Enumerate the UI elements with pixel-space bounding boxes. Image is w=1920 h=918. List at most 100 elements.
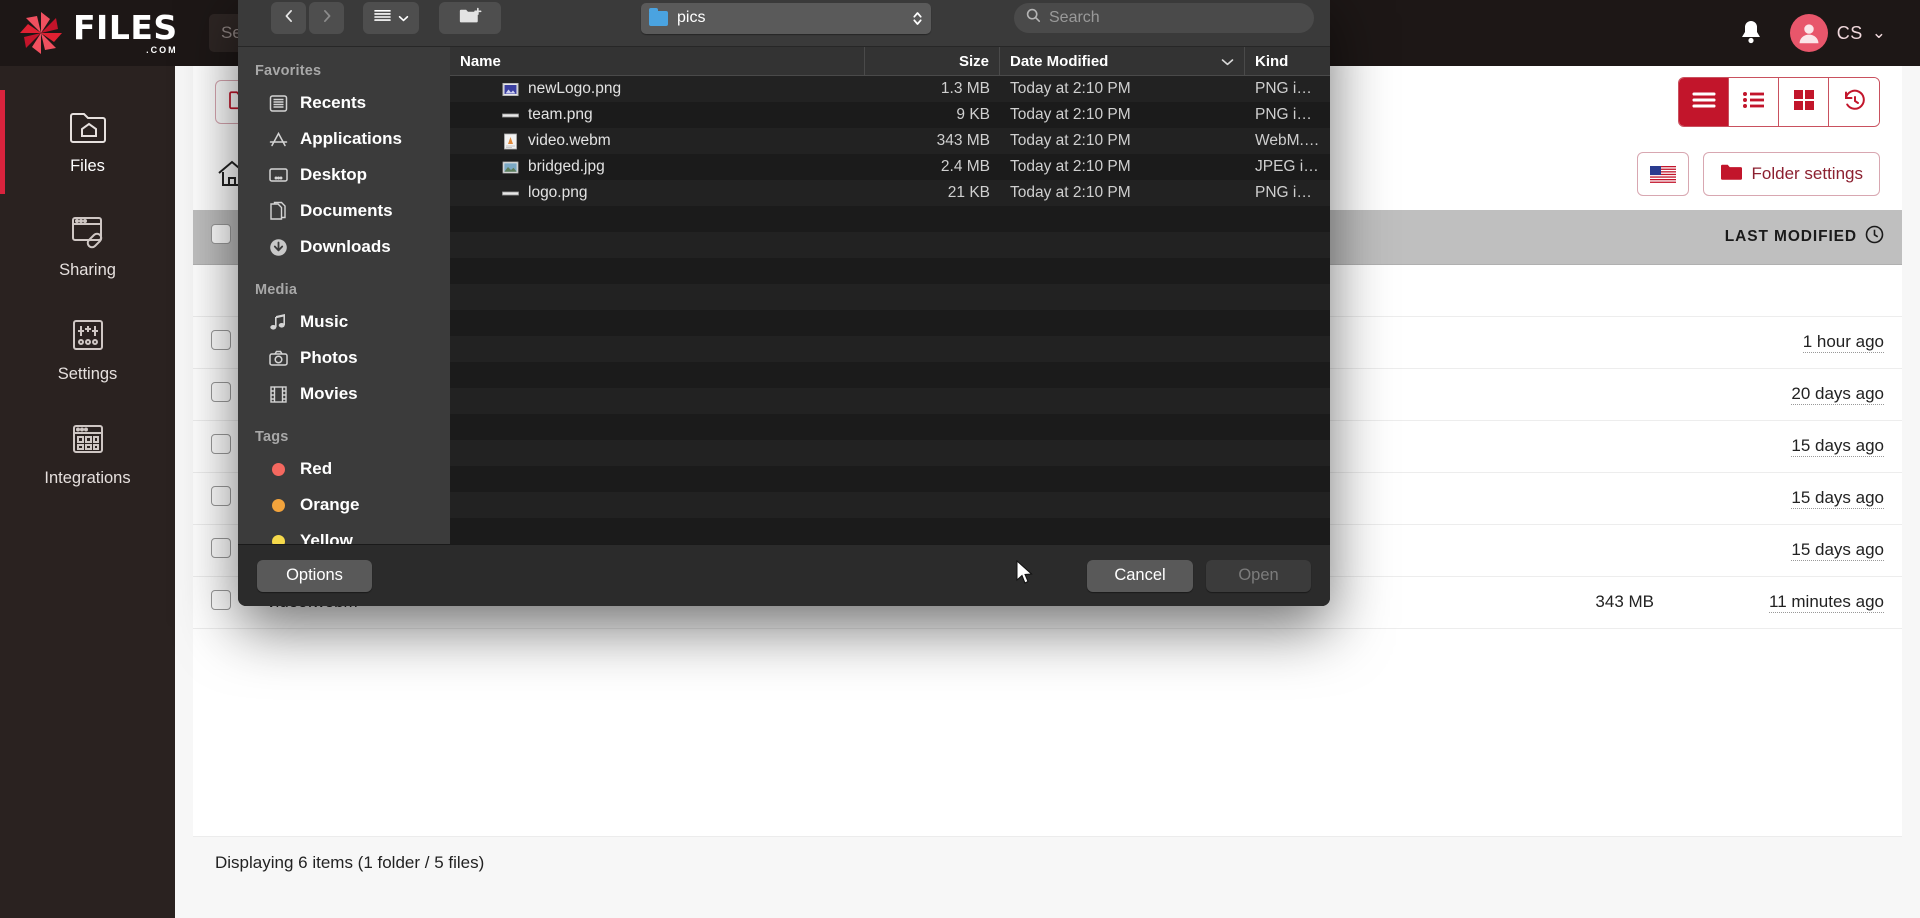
folder-settings-button[interactable]: Folder settings (1703, 152, 1881, 196)
sidebar-tag-orange[interactable]: Orange (238, 487, 450, 523)
sidebar-item-photos[interactable]: Photos (238, 340, 450, 376)
png-thumb-icon (502, 81, 519, 98)
folder-home-icon (67, 106, 109, 148)
forward-button[interactable] (309, 2, 344, 34)
jpeg-thumb-icon (502, 159, 519, 176)
row-size (1492, 472, 1672, 524)
file-list-header: Name Size Date Modified Kind (450, 47, 1330, 76)
sidebar-item-label: Integrations (44, 469, 130, 488)
row-checkbox[interactable] (211, 486, 231, 506)
tag-dot-icon (268, 459, 289, 480)
file-date: Today at 2:10 PM (1000, 158, 1245, 176)
row-checkbox[interactable] (211, 590, 231, 610)
documents-icon (268, 201, 289, 222)
brand-suffix: .COM (146, 46, 178, 55)
file-kind: PNG imag (1245, 106, 1330, 124)
file-name: newLogo.png (528, 80, 621, 98)
column-header-size[interactable]: Size (865, 47, 1000, 75)
row-modified: 15 days ago (1791, 436, 1884, 457)
chevron-down-icon (1221, 53, 1234, 70)
grid-window-icon (67, 418, 109, 460)
file-size: 343 MB (865, 132, 1000, 150)
options-button[interactable]: Options (257, 560, 372, 592)
item-count-text: Displaying 6 items (1 folder / 5 files) (215, 853, 484, 873)
file-row-empty (450, 206, 1330, 232)
row-checkbox[interactable] (211, 434, 231, 454)
file-row-empty (450, 492, 1330, 518)
png-wide-icon (502, 107, 519, 124)
file-row-empty (450, 258, 1330, 284)
file-kind: WebM...id (1245, 132, 1330, 150)
sidebar-item-movies[interactable]: Movies (238, 376, 450, 412)
file-row[interactable]: video.webm 343 MB Today at 2:10 PM WebM.… (450, 128, 1330, 154)
file-row-empty (450, 518, 1330, 544)
row-checkbox[interactable] (211, 382, 231, 402)
history-view-button[interactable] (1829, 78, 1879, 126)
view-options-button[interactable] (363, 2, 419, 34)
row-modified (1672, 264, 1902, 316)
file-row-empty (450, 310, 1330, 336)
file-row-empty (450, 414, 1330, 440)
file-row[interactable]: team.png 9 KB Today at 2:10 PM PNG imag (450, 102, 1330, 128)
column-header-name[interactable]: Name (450, 47, 865, 75)
open-button: Open (1206, 560, 1311, 592)
column-header-date-label: Date Modified (1010, 53, 1108, 70)
sidebar-tag-red[interactable]: Red (238, 451, 450, 487)
sidebar-item-settings[interactable]: Settings (0, 298, 175, 402)
current-path-label: pics (677, 9, 705, 27)
file-row[interactable]: newLogo.png 1.3 MB Today at 2:10 PM PNG … (450, 76, 1330, 102)
sidebar-item-recents[interactable]: Recents (238, 85, 450, 121)
sidebar-item-label: Settings (58, 365, 118, 384)
tag-dot-icon (268, 531, 289, 545)
chevron-down-icon: ⌄ (1872, 23, 1886, 43)
dialog-search-input[interactable]: Search (1014, 3, 1314, 33)
new-folder-button[interactable] (439, 2, 501, 34)
sidebar-item-label: Movies (300, 384, 358, 404)
list-view-button[interactable] (1729, 78, 1779, 126)
sidebar-item-music[interactable]: Music (238, 304, 450, 340)
sidebar-item-downloads[interactable]: Downloads (238, 229, 450, 265)
back-button[interactable] (271, 2, 306, 34)
sidebar-item-documents[interactable]: Documents (238, 193, 450, 229)
file-row[interactable]: logo.png 21 KB Today at 2:10 PM PNG imag (450, 180, 1330, 206)
file-row-empty (450, 388, 1330, 414)
grid-view-button[interactable] (1779, 78, 1829, 126)
sidebar-section-tags: Tags (238, 420, 450, 451)
row-checkbox[interactable] (211, 538, 231, 558)
region-flag-button[interactable] (1637, 152, 1689, 196)
row-size (1492, 420, 1672, 472)
path-popup-button[interactable]: pics (641, 3, 931, 34)
bell-icon[interactable] (1738, 18, 1764, 48)
file-row-empty (450, 284, 1330, 310)
column-header-date-modified[interactable]: Date Modified (1000, 47, 1245, 75)
details-view-button[interactable] (1679, 78, 1729, 126)
sidebar-item-label: Music (300, 312, 348, 332)
sidebar-tag-yellow[interactable]: Yellow (238, 523, 450, 544)
primary-sidebar: FILES .COM Files (0, 0, 175, 918)
row-checkbox[interactable] (211, 330, 231, 350)
dialog-sidebar: Favorites Recents Applications (238, 47, 450, 544)
sidebar-item-applications[interactable]: Applications (238, 121, 450, 157)
file-name: logo.png (528, 184, 587, 202)
sidebar-item-desktop[interactable]: Desktop (238, 157, 450, 193)
file-row-empty (450, 466, 1330, 492)
bullet-list-icon (1741, 90, 1767, 115)
row-size (1492, 524, 1672, 576)
mouse-cursor-icon (1016, 560, 1034, 586)
file-kind: PNG imag (1245, 80, 1330, 98)
sidebar-item-sharing[interactable]: Sharing (0, 194, 175, 298)
png-wide-icon (502, 185, 519, 202)
user-initials: CS (1837, 23, 1863, 44)
file-row[interactable]: bridged.jpg 2.4 MB Today at 2:10 PM JPEG… (450, 154, 1330, 180)
last-modified-header[interactable]: LAST MODIFIED (1672, 210, 1902, 264)
brand-logo[interactable]: FILES .COM (0, 0, 175, 66)
avatar (1790, 14, 1828, 52)
size-header[interactable] (1492, 210, 1672, 264)
select-all-checkbox[interactable] (211, 224, 231, 244)
list-view-icon (373, 8, 392, 28)
column-header-kind[interactable]: Kind (1245, 47, 1330, 75)
sidebar-item-integrations[interactable]: Integrations (0, 402, 175, 506)
sidebar-item-files[interactable]: Files (0, 90, 175, 194)
cancel-button[interactable]: Cancel (1087, 560, 1193, 592)
user-menu[interactable]: CS ⌄ (1790, 14, 1886, 52)
